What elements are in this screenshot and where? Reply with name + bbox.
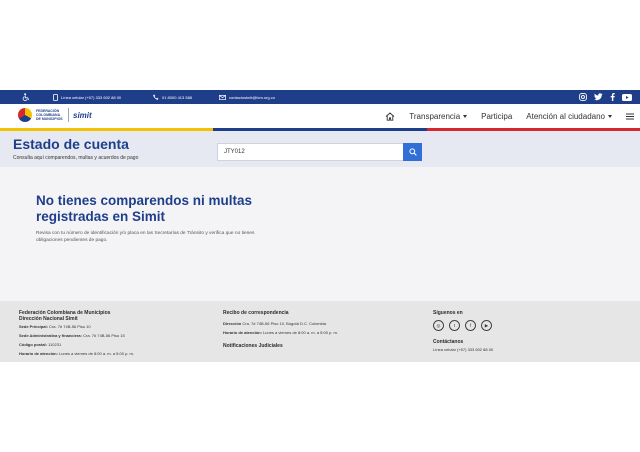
footer-contact-phone[interactable]: Línea celular (+57) 333 602 88 00 — [433, 345, 493, 354]
mail-icon — [219, 94, 226, 100]
home-logo[interactable]: FEDERACIÓN COLOMBIANA DE MUNICIPIOS simi… — [18, 108, 92, 122]
no-results-title: No tienes comparendos ni multas registra… — [36, 193, 253, 224]
fcm-logo-text: FEDERACIÓN COLOMBIANA DE MUNICIPIOS — [36, 109, 63, 121]
email-contact[interactable]: contactosimit@fcm.org.co — [219, 90, 275, 104]
logo-divider — [68, 108, 69, 122]
phone-icon — [153, 94, 159, 100]
wheelchair-icon — [22, 93, 30, 101]
no-results-message: No tienes comparendos ni multas registra… — [36, 193, 266, 244]
landline-label: 01 8000 413 588 — [162, 94, 193, 100]
nav-links: Transparencia Participa Atención al ciud… — [385, 104, 634, 128]
facebook-icon[interactable]: f — [465, 320, 476, 331]
footer-horario: Horario de atención: Lunes a viernes de … — [19, 351, 134, 356]
search-icon — [408, 148, 417, 156]
twitter-icon[interactable]: t — [449, 320, 460, 331]
facebook-icon[interactable] — [610, 93, 615, 101]
footer-sede-admin: Sede Administrativa y financiera: Cra. 7… — [19, 333, 125, 338]
nav-participa[interactable]: Participa — [481, 112, 512, 121]
simit-logo-text: simit — [73, 110, 92, 120]
no-results-body: Revisa con tu número de identificación y… — [36, 231, 255, 243]
page-subtitle: Consulta aquí comparendos, multas y acue… — [13, 155, 139, 161]
phone-contact[interactable]: Línea celular (+57) 333 602 88 00 — [53, 90, 121, 104]
instagram-icon[interactable] — [579, 93, 587, 101]
footer-postal: Código postal: 110231 — [19, 342, 62, 347]
footer-sede-principal: Sede Principal: Cra. 7# 74B-56 Piso 10 — [19, 324, 91, 329]
landline-contact[interactable]: 01 8000 413 588 — [153, 90, 192, 104]
footer-col-fcm: Federación Colombiana de Municipios Dire… — [19, 310, 134, 358]
footer-social-icons: ◎ t f ▶ — [433, 320, 493, 331]
youtube-icon[interactable] — [622, 93, 632, 101]
fcm-seal-logo — [18, 108, 32, 122]
main-navbar: FEDERACIÓN COLOMBIANA DE MUNICIPIOS simi… — [0, 104, 640, 128]
accessibility-button[interactable] — [22, 90, 30, 104]
search-button[interactable] — [403, 143, 422, 161]
mobile-icon — [53, 93, 58, 101]
footer-notificaciones-title: Notificaciones Judiciales — [223, 343, 283, 349]
top-info-bar: Línea celular (+57) 333 602 88 00 01 800… — [0, 90, 640, 104]
page: Línea celular (+57) 333 602 88 00 01 800… — [0, 90, 640, 362]
hero-section: Estado de cuenta Consulta aquí comparend… — [0, 131, 640, 167]
email-label: contactosimit@fcm.org.co — [229, 94, 276, 100]
footer: Federación Colombiana de Municipios Dire… — [0, 301, 640, 362]
hamburger-menu-icon[interactable] — [626, 113, 634, 120]
instagram-icon[interactable]: ◎ — [433, 320, 444, 331]
twitter-icon[interactable] — [594, 93, 603, 101]
footer-direccion: Dirección Cra. 7# 74B-56 Piso 10, Bogotá… — [223, 321, 326, 326]
nav-transparencia[interactable]: Transparencia — [409, 112, 467, 121]
footer-col-correspondencia: Recibo de correspondencia Dirección Cra.… — [223, 310, 338, 349]
nav-atencion-ciudadano[interactable]: Atención al ciudadano — [526, 112, 612, 121]
footer-social-title: Síguenos en — [433, 310, 463, 316]
footer-horario-correspondencia: Horario de atención: Lunes a viernes de … — [223, 330, 338, 335]
search-bar: JTY012 — [217, 143, 422, 161]
footer-col-social: Síguenos en ◎ t f ▶ Contáctanos Línea ce… — [433, 310, 493, 354]
footer-correspondencia-title: Recibo de correspondencia — [223, 310, 289, 316]
page-title: Estado de cuenta — [13, 136, 129, 152]
phone-label: Línea celular (+57) 333 602 88 00 — [61, 94, 122, 100]
social-links — [579, 90, 632, 104]
home-icon[interactable] — [385, 111, 395, 121]
youtube-icon[interactable]: ▶ — [481, 320, 492, 331]
search-input[interactable]: JTY012 — [217, 143, 403, 161]
